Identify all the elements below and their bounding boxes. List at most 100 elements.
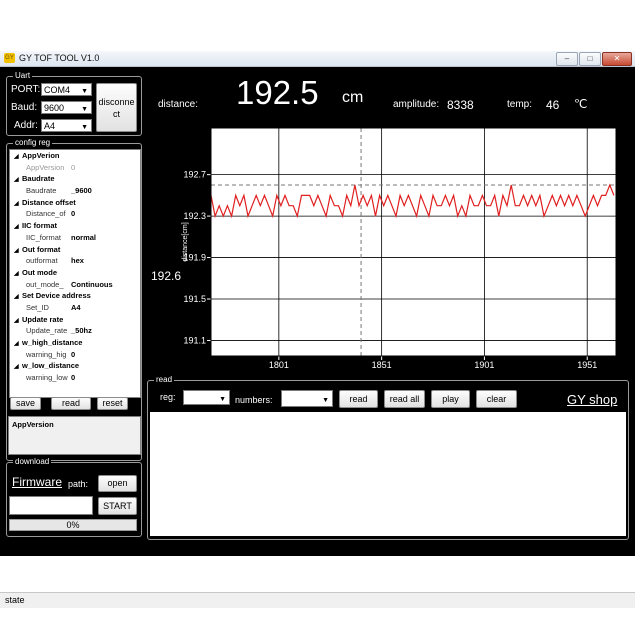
maximize-icon[interactable]: □ — [579, 52, 601, 66]
download-title: download — [13, 457, 52, 466]
y-tick-label: 192.7 — [183, 170, 206, 180]
property-value[interactable]: A4 — [71, 303, 81, 312]
x-tick-label: 1851 — [372, 360, 392, 370]
tree-property[interactable]: AppVersion 0 — [10, 162, 140, 174]
read-all-button[interactable]: read all — [384, 390, 425, 408]
read-button[interactable]: read — [339, 390, 378, 408]
y-tick-label: 191.1 — [183, 335, 206, 345]
tree-category[interactable]: ◢ w_low_distance — [10, 360, 140, 372]
baud-label: Baud: — [11, 102, 38, 113]
temp-unit: ℃ — [574, 97, 588, 111]
tree-property[interactable]: IIC_format normal — [10, 232, 140, 244]
reset-button[interactable]: reset — [97, 397, 128, 410]
dropdown-arrow-icon: ▼ — [219, 396, 226, 403]
property-value[interactable]: 0 — [71, 373, 75, 382]
tree-property[interactable]: Update_rate _50hz — [10, 325, 140, 337]
uart-group-title: Uart — [13, 71, 33, 80]
save-button[interactable]: save — [10, 397, 41, 410]
tree-category[interactable]: ◢ Out mode — [10, 267, 140, 279]
window-title: GY TOF TOOL V1.0 — [19, 53, 100, 63]
tree-category-label: w_high_distance — [22, 338, 83, 347]
tree-category[interactable]: ◢ Out format — [10, 244, 140, 256]
tree-property[interactable]: out_mode_ Continuous — [10, 279, 140, 291]
distance-chart-area[interactable] — [211, 128, 616, 356]
temp-value: 46 — [546, 98, 560, 112]
dropdown-arrow-icon: ▼ — [322, 397, 329, 404]
addr-value: A4 — [44, 121, 56, 131]
tree-category-label: w_low_distance — [22, 361, 80, 371]
property-name: out_mode_ — [26, 279, 64, 289]
distance-unit: cm — [342, 89, 364, 106]
property-name: IIC_format — [26, 232, 62, 242]
distance-label: distance: — [158, 99, 199, 110]
tree-category-label: Set Device address — [22, 291, 91, 301]
baud-select[interactable]: 9600 ▼ — [41, 101, 92, 114]
read-output-textbox[interactable] — [150, 412, 626, 536]
property-name: Baudrate — [26, 186, 57, 196]
dropdown-arrow-icon: ▼ — [81, 106, 88, 113]
tree-category[interactable]: ◢ Update rate — [10, 314, 140, 326]
reg-label: reg: — [160, 392, 176, 402]
tree-category[interactable]: ◢ Baudrate — [10, 173, 140, 185]
property-value[interactable]: 0 — [71, 350, 75, 359]
play-button[interactable]: play — [431, 390, 470, 408]
tree-category[interactable]: ◢ Distance offset — [10, 197, 140, 209]
firmware-link[interactable]: Firmware — [12, 475, 62, 489]
property-value[interactable]: hex — [71, 256, 84, 265]
property-value[interactable]: Continuous — [71, 280, 113, 289]
amplitude-label: amplitude: — [393, 99, 440, 110]
property-value[interactable]: _9600 — [71, 186, 92, 195]
addr-select[interactable]: A4 ▼ — [41, 119, 92, 132]
property-name: warning_hig — [26, 349, 67, 359]
port-label: PORT: — [11, 84, 41, 95]
app-logo-icon: GY — [4, 53, 15, 63]
x-tick-label: 1951 — [577, 360, 597, 370]
tree-property[interactable]: warning_low 0 — [10, 372, 140, 384]
port-select[interactable]: COM4 ▼ — [41, 83, 92, 96]
baud-value: 9600 — [44, 103, 65, 113]
property-name: Set_ID — [26, 302, 49, 312]
tree-category[interactable]: ◢ w_high_distance — [10, 337, 140, 349]
property-value[interactable]: _50hz — [71, 326, 92, 335]
property-value[interactable]: normal — [71, 233, 96, 242]
tree-category-label: Out format — [22, 244, 61, 254]
tree-property[interactable]: Distance_of 0 — [10, 208, 140, 220]
property-value[interactable]: 0 — [71, 163, 75, 172]
description-text: AppVersion — [12, 420, 54, 429]
tree-category[interactable]: ◢ AppVerion — [10, 150, 140, 162]
title-bar[interactable]: GY GY TOF TOOL V1.0 – □ ✕ — [0, 51, 635, 67]
property-name: warning_low — [26, 373, 68, 383]
open-button[interactable]: open — [98, 475, 137, 492]
gy-shop-link[interactable]: GY shop — [567, 392, 617, 407]
addr-label: Addr: — [14, 120, 38, 131]
tree-category-label: Distance offset — [22, 197, 76, 207]
property-description: AppVersion — [8, 416, 141, 455]
tree-property[interactable]: warning_hig 0 — [10, 349, 140, 361]
tree-property[interactable]: Set_ID A4 — [10, 302, 140, 314]
clear-button[interactable]: clear — [476, 390, 517, 408]
tree-category[interactable]: ◢ Set Device address — [10, 290, 140, 302]
property-value[interactable]: 0 — [71, 209, 75, 218]
read-config-button[interactable]: read — [51, 397, 91, 410]
disconnect-button[interactable]: disconne ct — [96, 83, 137, 132]
numbers-select[interactable]: ▼ — [281, 390, 333, 407]
register-tree[interactable]: ◢ AppVerion AppVersion 0 ◢ Baudrate Baudrate _9… — [9, 149, 141, 398]
tree-category-label: Baudrate — [22, 174, 55, 184]
tree-property[interactable]: outformat hex — [10, 255, 140, 267]
tree-category-label: AppVerion — [22, 151, 60, 160]
tree-category[interactable]: ◢ IIC format — [10, 220, 140, 232]
y-axis-label: distance[cm] — [182, 222, 189, 261]
minimize-icon[interactable]: – — [556, 52, 578, 66]
tree-property[interactable]: Baudrate _9600 — [10, 185, 140, 197]
tree-category-label: Update rate — [22, 314, 64, 324]
port-value: COM4 — [44, 85, 71, 95]
reg-select[interactable]: ▼ — [183, 390, 230, 405]
property-name: Update_rate — [26, 326, 68, 336]
property-name: Distance_of — [26, 209, 66, 219]
firmware-path-input[interactable] — [9, 496, 93, 515]
start-button[interactable]: START — [98, 497, 137, 515]
close-icon[interactable]: ✕ — [602, 52, 632, 66]
temp-label: temp: — [507, 99, 533, 110]
property-name: outformat — [26, 256, 58, 266]
dropdown-arrow-icon: ▼ — [81, 88, 88, 95]
